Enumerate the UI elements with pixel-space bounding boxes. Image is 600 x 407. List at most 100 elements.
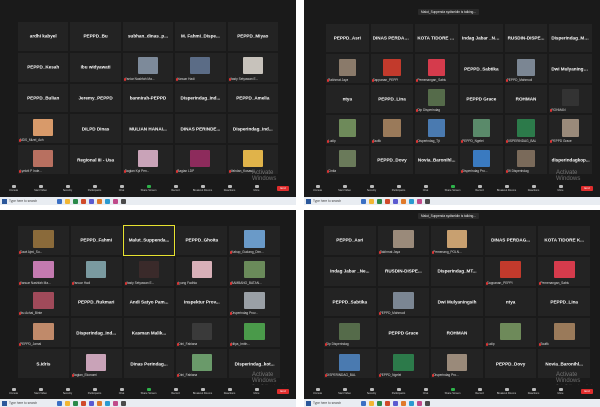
participant-tile[interactable]: PEPPD_Bulian xyxy=(18,83,69,113)
participant-tile[interactable]: Taufik xyxy=(370,115,414,144)
toolbar-unmute-button[interactable]: Unmute xyxy=(304,387,331,395)
toolbar-reactions-button[interactable]: Reactions xyxy=(216,184,243,192)
participant-tile[interactable]: Lyekrit P Inde... xyxy=(18,145,69,174)
participant-tile[interactable]: DISPERINDAG_BAL xyxy=(504,115,548,144)
toolbar-start-video-button[interactable]: Start Video xyxy=(331,387,358,395)
end-meeting-button[interactable]: End xyxy=(277,185,289,191)
end-meeting-button[interactable]: End xyxy=(277,388,289,394)
participant-tile[interactable]: Hasty Setyawan E... xyxy=(227,52,278,82)
participant-tile[interactable]: DISPERINDAG_BAL xyxy=(324,349,376,378)
participant-tile[interactable]: Rakhmat Jaya xyxy=(326,54,369,83)
settings-icon[interactable] xyxy=(424,198,430,204)
participant-tile[interactable]: Disperindag Pro... xyxy=(431,349,483,378)
settings-icon[interactable] xyxy=(120,198,126,204)
toolbar-breakout-rooms-button[interactable]: Breakout Rooms xyxy=(189,184,216,192)
toolbar-record-button[interactable]: Record xyxy=(162,387,189,395)
participant-tile[interactable]: Disperindag_MT... xyxy=(549,24,592,53)
windows-start-icon[interactable] xyxy=(306,198,311,204)
participant-tile[interactable]: PEPPD Grace xyxy=(377,318,430,348)
zoom-icon[interactable] xyxy=(408,198,414,204)
settings-icon[interactable] xyxy=(120,400,126,406)
toolbar-more-button[interactable]: More xyxy=(243,387,270,395)
mail-icon[interactable] xyxy=(384,400,390,406)
participant-tile[interactable]: Dini_Fabiana xyxy=(176,349,228,378)
participant-tile[interactable]: Disperindag_Tjt xyxy=(415,115,458,144)
windows-start-icon[interactable] xyxy=(2,198,7,204)
participant-tile[interactable]: PEPPD_Mahmudi xyxy=(504,54,548,83)
media-icon[interactable] xyxy=(112,400,118,406)
taskbar-search-box[interactable]: Type here to search xyxy=(313,199,359,203)
app-icon[interactable] xyxy=(400,198,406,204)
browser-icon[interactable] xyxy=(376,400,382,406)
toolbar-chat-button[interactable]: Chat xyxy=(108,184,135,192)
participant-tile[interactable]: Malut_Suppenda... xyxy=(122,225,176,256)
participant-tile[interactable]: PEPPD_Kesah xyxy=(18,52,69,82)
participant-tile[interactable]: DINAS PERINDE... xyxy=(175,114,226,144)
participant-tile[interactable]: PEPPD_Ngelei xyxy=(377,349,430,378)
participant-tile[interactable]: Dawi Ajmi_Su... xyxy=(18,226,69,255)
media-icon[interactable] xyxy=(112,198,118,204)
toolbar-participants-button[interactable]: Participants xyxy=(385,387,412,395)
zoom-icon[interactable] xyxy=(408,400,414,406)
task-view-icon[interactable] xyxy=(56,198,62,204)
toolbar-participants-button[interactable]: Participants xyxy=(385,184,412,192)
participant-tile[interactable]: PEPPD Grace xyxy=(460,84,503,114)
participant-tile[interactable]: Ibu Achai_Binte xyxy=(18,287,69,317)
participant-tile[interactable]: subhan_dinas_p... xyxy=(122,22,174,51)
participant-tile[interactable]: Dwi Mulyaningsih xyxy=(431,287,483,317)
toolbar-share-screen-button[interactable]: Share Screen xyxy=(439,387,466,395)
participant-tile[interactable]: Indag Jabar _Ne... xyxy=(324,256,376,286)
toolbar-record-button[interactable]: Record xyxy=(162,184,189,192)
participant-tile[interactable]: DINAS PERDAG... xyxy=(370,24,414,53)
taskbar-search-box[interactable]: Type here to search xyxy=(9,401,55,405)
toolbar-start-video-button[interactable]: Start Video xyxy=(331,184,358,192)
toolbar-share-screen-button[interactable]: Share Screen xyxy=(439,184,466,192)
toolbar-record-button[interactable]: Record xyxy=(466,387,493,395)
browser-icon[interactable] xyxy=(72,400,78,406)
participant-tile[interactable]: Disperindag_Ind... xyxy=(175,83,226,113)
participant-tile[interactable]: PEPPD_Dovy xyxy=(484,349,537,378)
participant-tile[interactable]: Disperindag Pro... xyxy=(460,145,503,174)
participant-tile[interactable]: Regional III - Usa xyxy=(70,145,121,174)
participant-tile[interactable]: Dinas Perindag... xyxy=(123,349,175,378)
participant-tile[interactable]: ROHMAN xyxy=(549,84,592,114)
participant-tile[interactable]: PEPPD_Fahmi xyxy=(70,226,122,255)
toolbar-security-button[interactable]: Security xyxy=(54,184,81,192)
app-icon[interactable] xyxy=(96,400,102,406)
toolbar-security-button[interactable]: Security xyxy=(54,387,81,395)
participant-tile[interactable]: Cintia xyxy=(326,145,369,174)
participant-tile[interactable]: Inspektur Prov... xyxy=(176,287,228,317)
participant-tile[interactable]: DINAS PERDAG... xyxy=(484,226,537,255)
store-icon[interactable] xyxy=(88,198,94,204)
participant-tile[interactable]: KOTA TIDORE K... xyxy=(415,24,458,53)
mail-icon[interactable] xyxy=(80,400,86,406)
participant-tile[interactable]: Ofi Disperindag xyxy=(504,145,548,174)
browser-icon[interactable] xyxy=(72,198,78,204)
participant-tile[interactable]: RUSDIN-DISPE... xyxy=(377,256,430,286)
end-meeting-button[interactable]: End xyxy=(581,185,593,191)
participant-tile[interactable]: Bagian Kpi Pen... xyxy=(122,145,174,174)
participant-tile[interactable]: bannirah-PEPPD xyxy=(122,83,174,113)
participant-tile[interactable]: DILPD Dinas xyxy=(70,114,121,144)
mail-icon[interactable] xyxy=(80,198,86,204)
participant-tile[interactable]: S.Idris xyxy=(18,349,69,378)
participant-tile[interactable]: Pemenangan_Sabtu xyxy=(415,54,458,83)
participant-tile[interactable]: Iyung Fadhia xyxy=(176,256,228,286)
participant-tile[interactable]: Bagian_Ekonomi xyxy=(70,349,122,378)
participant-tile[interactable]: PEPPD Grace xyxy=(549,115,592,144)
store-icon[interactable] xyxy=(392,198,398,204)
participant-tile[interactable]: Disperindag_Ind... xyxy=(227,114,278,144)
zoom-icon[interactable] xyxy=(104,400,110,406)
toolbar-participants-button[interactable]: Participants xyxy=(81,184,108,192)
participant-tile[interactable]: KOTA TIDORE K... xyxy=(538,226,590,255)
participant-tile[interactable]: PEPPD_Lina xyxy=(538,287,590,317)
toolbar-reactions-button[interactable]: Reactions xyxy=(216,387,243,395)
toolbar-breakout-rooms-button[interactable]: Breakout Rooms xyxy=(189,387,216,395)
toolbar-share-screen-button[interactable]: Share Screen xyxy=(135,387,162,395)
task-view-icon[interactable] xyxy=(360,400,366,406)
participant-tile[interactable]: ibu widyawati xyxy=(70,52,121,82)
toolbar-participants-button[interactable]: Participants xyxy=(81,387,108,395)
toolbar-share-screen-button[interactable]: Share Screen xyxy=(135,184,162,192)
participant-tile[interactable]: Pemenangan_Sabtu xyxy=(538,256,590,286)
participant-tile[interactable]: PEPPD_Rukmari xyxy=(70,287,122,317)
